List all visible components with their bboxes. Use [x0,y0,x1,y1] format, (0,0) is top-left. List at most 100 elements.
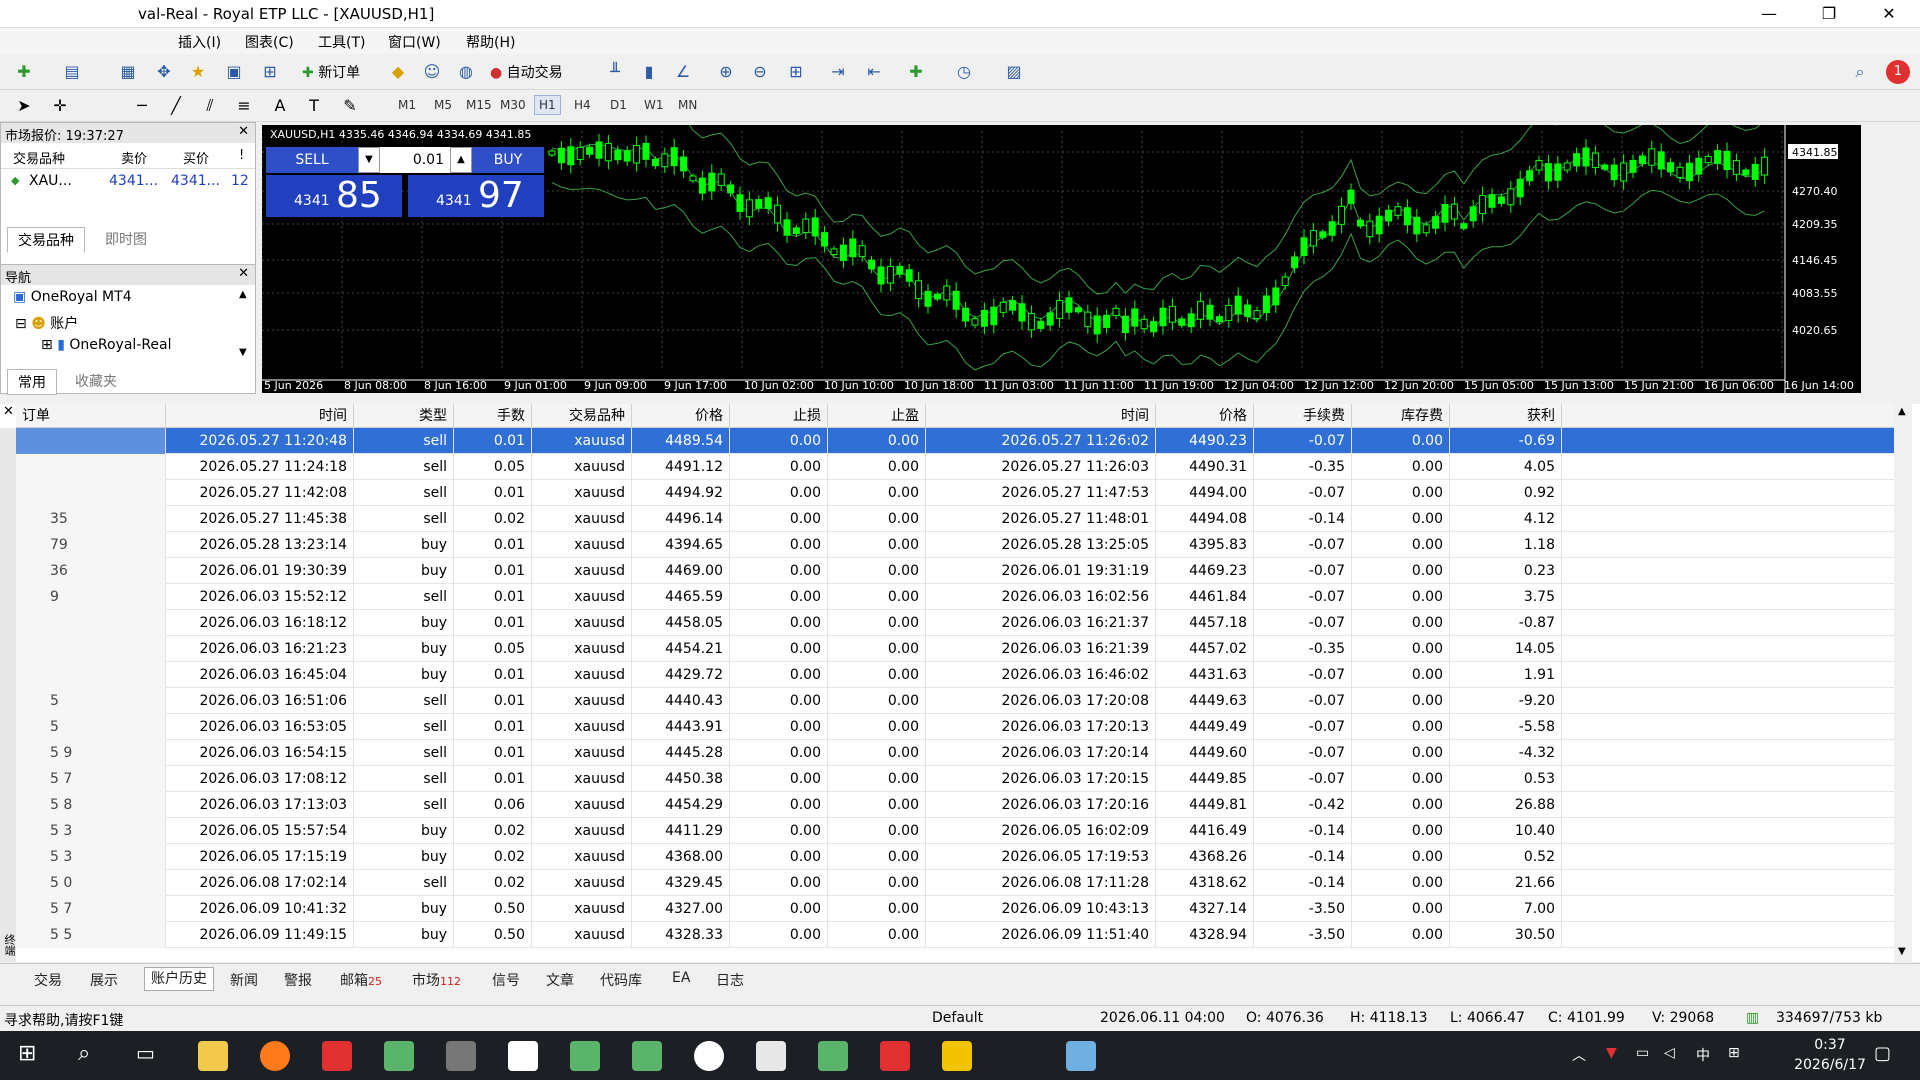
line-chart-icon[interactable]: ∠ [671,60,695,84]
tab-signals[interactable]: 信号 [492,970,520,990]
tray-app-icon[interactable]: ▼ [1606,1045,1617,1061]
table-row[interactable]: 2026.05.27 11:24:18 sell 0.05 xauusd 4491.12… [16,454,1894,480]
close-icon[interactable]: ✕ [238,266,249,281]
table-row[interactable]: 35 2026.05.27 11:45:38 sell 0.02 xauusd 4496.… [16,506,1894,532]
table-row[interactable]: 5 9 2026.06.03 16:54:15 sell 0.01 xauusd 4445… [16,740,1894,766]
signals-icon[interactable]: ☺ [420,60,444,84]
tf-m30[interactable]: M30 [500,98,526,112]
new-chart-icon[interactable]: ✚ [12,60,36,84]
table-row[interactable]: 5 5 2026.06.09 11:49:15 buy 0.50 xauusd 4328.… [16,922,1894,948]
table-row[interactable]: 5 8 2026.06.03 17:13:03 sell 0.06 xauusd 4454… [16,792,1894,818]
col-close-time[interactable]: 时间 [926,404,1156,428]
col-swap[interactable]: 库存费 [1352,404,1450,428]
tab-trade[interactable]: 交易 [34,970,62,990]
tf-m1[interactable]: M1 [398,98,416,112]
table-row[interactable]: 36 2026.06.01 19:30:39 buy 0.01 xauusd 4469.0… [16,558,1894,584]
col-symbol[interactable]: 交易品种 [13,148,65,167]
tab-tick-chart[interactable]: 即时图 [95,227,157,251]
clock-time[interactable]: 0:37 [1800,1037,1860,1053]
tf-d1[interactable]: D1 [610,98,627,112]
strategy-tester-icon[interactable]: ⊞ [258,60,282,84]
profiles-icon[interactable]: ▤ [60,60,84,84]
table-row[interactable]: 5 7 2026.06.09 10:41:32 buy 0.50 xauusd 4327.… [16,896,1894,922]
status-traffic[interactable]: 334697/753 kb [1776,1010,1882,1026]
close-button[interactable]: ✕ [1866,2,1912,26]
hline-icon[interactable]: ─ [130,94,154,118]
tf-mn[interactable]: MN [678,98,697,112]
table-row[interactable]: 5 0 2026.06.08 17:02:14 sell 0.02 xauusd 4329… [16,870,1894,896]
scroll-down-icon[interactable]: ▼ [1898,946,1906,957]
nav-item-accounts[interactable]: ⊟ ☻ 账户 [15,313,78,333]
buy-button[interactable]: BUY [472,147,544,173]
clock-date[interactable]: 2026/6/17 [1784,1057,1876,1073]
mt4-app-icon[interactable] [384,1041,414,1071]
fibo-icon[interactable]: ≡ [232,94,256,118]
table-row[interactable]: 5 2026.06.03 16:53:05 sell 0.01 xauusd 4443.9… [16,714,1894,740]
tab-account-history[interactable]: 账户历史 [144,967,214,991]
chart-shift-icon[interactable]: ⇥ [826,60,850,84]
col-ask[interactable]: 买价 [183,148,209,167]
nav-item-mt4[interactable]: ▣ OneRoyal MT4 [13,289,132,305]
menu-insert[interactable]: 插入(I) [178,32,221,52]
metaeditor-icon[interactable]: ◆ [386,60,410,84]
file-explorer-icon[interactable] [198,1041,228,1071]
scroll-up-icon[interactable]: ▲ [239,289,247,300]
table-row[interactable]: 5 3 2026.06.05 17:15:19 buy 0.02 xauusd 4368.… [16,844,1894,870]
lot-size-input[interactable]: 0.01 [380,147,450,173]
new-order-button[interactable]: ✚ 新订单 [302,62,360,82]
label-icon[interactable]: T [302,94,326,118]
tray-chevron-icon[interactable]: ︿ [1572,1045,1586,1065]
tab-code-base[interactable]: 代码库 [600,970,642,990]
minimize-button[interactable]: — [1746,2,1792,26]
nav-item-account[interactable]: ⊞ ▮ OneRoyal-Real [41,337,172,353]
cursor-icon[interactable]: ➤ [12,94,36,118]
market-watch-row[interactable]: ◆ XAU... 4341... 4341... 12 [1,169,255,195]
volume-icon[interactable]: ◁ [1664,1045,1675,1061]
network-icon[interactable]: ▭ [1636,1045,1649,1061]
mt4-app-icon-3[interactable] [632,1041,662,1071]
keyboard-icon[interactable]: ⊞ [1728,1045,1740,1061]
terminal-icon[interactable]: ▣ [222,60,246,84]
table-row[interactable]: 5 2026.06.03 16:51:06 sell 0.01 xauusd 4440.4… [16,688,1894,714]
col-spread[interactable]: ! [239,148,244,163]
close-icon[interactable]: ✕ [238,124,249,139]
channel-icon[interactable]: ⫽ [198,94,222,118]
tf-m5[interactable]: M5 [434,98,452,112]
tf-h1[interactable]: H1 [534,95,561,115]
tf-w1[interactable]: W1 [644,98,664,112]
chat-app-icon[interactable] [694,1041,724,1071]
text-icon[interactable]: A [268,94,292,118]
tab-mailbox[interactable]: 邮箱25 [340,970,382,990]
zoom-out-icon[interactable]: ⊖ [748,60,772,84]
shapes-icon[interactable]: ✎ [338,94,362,118]
tab-articles[interactable]: 文章 [546,970,574,990]
ime-indicator[interactable]: 中 [1696,1045,1710,1065]
table-row[interactable]: 2026.06.03 16:45:04 buy 0.01 xauusd 4429.72 0… [16,662,1894,688]
status-profile[interactable]: Default [932,1010,983,1026]
windows-start-icon[interactable]: ⊞ [18,1041,36,1066]
price-chart[interactable]: 4341.85 4270.40 4209.35 4146.45 4083.55 4020.… [262,125,1861,393]
wps-icon[interactable] [322,1041,352,1071]
mt4-app-icon-2[interactable] [570,1041,600,1071]
app-icon[interactable] [446,1041,476,1071]
auto-trading-button[interactable]: ● 自动交易 [490,62,563,82]
autoscroll-icon[interactable]: ⇤ [862,60,886,84]
search-icon[interactable]: ⌕ [1848,60,1872,84]
tab-experts[interactable]: EA [672,970,690,986]
tab-common[interactable]: 常用 [7,369,57,395]
table-row[interactable]: 79 2026.05.28 13:23:14 buy 0.01 xauusd 4394.6… [16,532,1894,558]
candlestick-icon[interactable]: ▮ [637,60,661,84]
col-type[interactable]: 类型 [354,404,454,428]
col-close-price[interactable]: 价格 [1156,404,1254,428]
notifications-icon[interactable]: ▢ [1874,1043,1891,1064]
menu-chart[interactable]: 图表(C) [245,32,294,52]
bar-chart-icon[interactable]: ╨ [603,60,627,84]
task-view-icon[interactable]: ▭ [136,1041,155,1065]
col-sl[interactable]: 止损 [730,404,828,428]
table-scrollbar[interactable]: ▲ ▼ [1894,404,1912,962]
scroll-down-icon[interactable]: ▼ [239,347,247,358]
menu-tools[interactable]: 工具(T) [318,32,365,52]
tool-app-icon[interactable] [756,1041,786,1071]
col-profit[interactable]: 获利 [1450,404,1562,428]
gtc-app-icon[interactable] [508,1041,538,1071]
